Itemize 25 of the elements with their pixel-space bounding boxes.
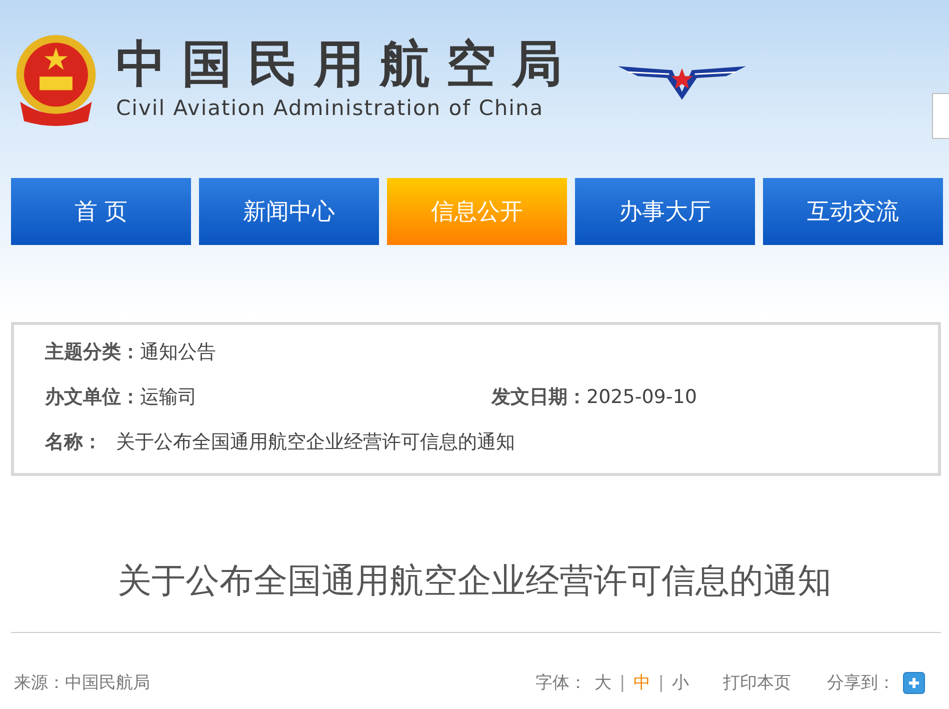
font-size-link[interactable]: 小: [672, 671, 689, 694]
font-size-link[interactable]: 中: [633, 671, 650, 694]
field-value: 运输司: [140, 385, 197, 410]
field-label: 名称：: [45, 430, 102, 455]
font-size-link[interactable]: 大: [594, 671, 612, 694]
article-title: 关于公布全国通用航空企业经营许可信息的通知: [116, 560, 832, 603]
separator: |: [658, 672, 664, 692]
font-size-label: 字体：: [536, 672, 587, 694]
share-label: 分享到：: [827, 672, 895, 694]
separator: |: [620, 672, 626, 692]
source-text: 来源：中国民航局: [14, 672, 150, 694]
plus-icon[interactable]: [903, 672, 925, 694]
site-title: 中国民用航空局: [116, 34, 578, 94]
field-label: 发文日期：: [492, 385, 586, 410]
nav-tab[interactable]: 首 页: [11, 178, 191, 245]
print-link[interactable]: 打印本页: [723, 671, 791, 694]
nav-tab[interactable]: 新闻中心: [199, 178, 379, 245]
field-label: 主题分类：: [45, 340, 140, 365]
field-value: 2025-09-10: [586, 386, 697, 408]
field-value: 关于公布全国通用航空企业经营许可信息的通知: [116, 430, 515, 455]
site-subtitle: Civil Aviation Administration of China: [116, 96, 545, 120]
field-label: 办文单位：: [45, 385, 140, 410]
field-value: 通知公告: [140, 340, 216, 365]
nav-tab[interactable]: 互动交流: [763, 178, 943, 245]
nav-tab[interactable]: 办事大厅: [575, 178, 755, 245]
